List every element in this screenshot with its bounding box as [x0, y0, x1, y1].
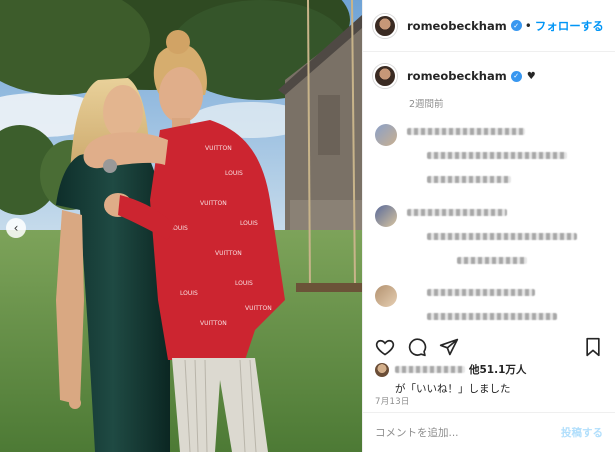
comment-bubble-icon: [408, 338, 427, 357]
likes-count[interactable]: 他51.1万人: [469, 362, 526, 377]
obscured-comment-text: [407, 128, 525, 135]
svg-text:VUITTON: VUITTON: [200, 320, 227, 327]
comment-item: [375, 124, 605, 186]
svg-text:VUITTON: VUITTON: [200, 200, 227, 207]
svg-text:VUITTON: VUITTON: [215, 250, 242, 257]
comment-item: [375, 285, 605, 323]
obscured-comment-text: [457, 257, 527, 264]
heart-icon: [375, 339, 395, 356]
prev-image-button[interactable]: ‹: [6, 218, 26, 238]
obscured-comment-text: [427, 233, 577, 240]
paper-plane-icon: [439, 338, 459, 356]
commenter-avatar[interactable]: [375, 205, 397, 227]
svg-text:VUITTON: VUITTON: [205, 145, 232, 152]
chevron-left-icon: ‹: [13, 221, 19, 235]
caption-text: ♥: [526, 70, 536, 82]
obscured-comment-text: [427, 289, 535, 296]
obscured-comment-text: [407, 209, 507, 216]
post-date[interactable]: 7月13日: [375, 395, 410, 407]
post-header: romeobeckham ✓ • フォローする: [363, 0, 615, 52]
likes-suffix: が「いいね！」しました: [395, 383, 511, 395]
post-photo-illustration: VUITTON LOUIS VUITTON LOUIS VUITTON LOUIS L…: [0, 0, 362, 452]
bookmark-icon: [586, 337, 600, 357]
post-actions-bar: [373, 334, 605, 360]
share-button[interactable]: [437, 335, 461, 359]
svg-text:LOUIS: LOUIS: [225, 170, 243, 177]
comment-input[interactable]: [375, 426, 561, 439]
liker-avatar[interactable]: [375, 362, 389, 377]
caption-author-avatar[interactable]: [373, 64, 397, 88]
obscured-comment-text: [427, 176, 511, 183]
svg-text:LOUIS: LOUIS: [235, 280, 253, 287]
svg-text:VUITTON: VUITTON: [245, 305, 272, 312]
add-comment-bar: 投稿する: [363, 412, 615, 452]
save-button[interactable]: [581, 335, 605, 359]
author-username[interactable]: romeobeckham: [407, 19, 507, 33]
like-button[interactable]: [373, 335, 397, 359]
post-comment-button[interactable]: 投稿する: [561, 425, 603, 440]
post-photo[interactable]: VUITTON LOUIS VUITTON LOUIS VUITTON LOUIS L…: [0, 0, 362, 452]
likes-summary: 他51.1万人 が「いいね！」しました: [375, 362, 605, 396]
follow-button[interactable]: フォローする: [535, 18, 604, 34]
obscured-liker-name: [395, 366, 465, 373]
svg-text:LOUIS: LOUIS: [240, 220, 258, 227]
comment-button[interactable]: [405, 335, 429, 359]
commenter-avatar[interactable]: [375, 124, 397, 146]
header-separator: •: [524, 18, 532, 33]
caption-time-ago: 2週間前: [409, 99, 444, 110]
caption: romeobeckham ✓ ♥ 2週間前: [373, 64, 605, 110]
comment-item: [375, 205, 605, 267]
obscured-comment-text: [427, 152, 567, 159]
obscured-comment-text: [427, 313, 557, 320]
verified-badge-icon: ✓: [510, 70, 522, 82]
post-side-panel: romeobeckham ✓ • フォローする romeobeckham ✓ ♥…: [362, 0, 615, 452]
svg-text:LOUIS: LOUIS: [180, 290, 198, 297]
caption-username[interactable]: romeobeckham: [407, 69, 507, 83]
commenter-avatar[interactable]: [375, 285, 397, 307]
author-avatar[interactable]: [373, 13, 397, 38]
verified-badge-icon: ✓: [510, 20, 522, 31]
